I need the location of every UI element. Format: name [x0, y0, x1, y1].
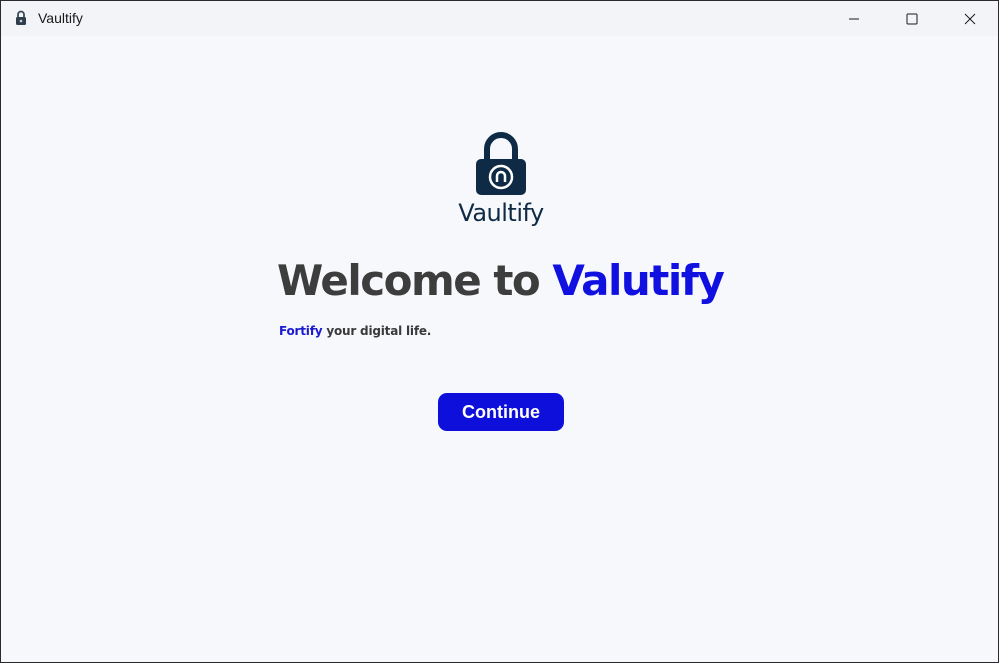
close-button[interactable] [941, 1, 998, 36]
window-title: Vaultify [38, 10, 83, 26]
minimize-button[interactable] [825, 1, 883, 36]
lock-icon [16, 10, 26, 25]
continue-button[interactable]: Continue [438, 393, 564, 431]
tagline: Fortify your digital life. [279, 324, 431, 338]
app-window: Vaultify Vaultify Welcome to Valutify Fo… [0, 0, 999, 663]
welcome-heading-prefix: Welcome to [277, 256, 553, 305]
padlock-icon [476, 132, 526, 195]
minimize-icon [849, 18, 859, 19]
close-icon [964, 13, 976, 24]
brand-name: Vaultify [458, 199, 544, 227]
welcome-heading-highlight: Valutify [552, 256, 724, 305]
welcome-heading: Welcome to Valutify [277, 254, 725, 308]
maximize-icon [906, 13, 918, 24]
welcome-screen: Vaultify Welcome to Valutify Fortify you… [1, 36, 998, 662]
tagline-rest: your digital life. [322, 324, 432, 338]
maximize-button[interactable] [883, 1, 941, 36]
tagline-highlight: Fortify [279, 324, 323, 338]
title-bar[interactable]: Vaultify [1, 1, 998, 36]
